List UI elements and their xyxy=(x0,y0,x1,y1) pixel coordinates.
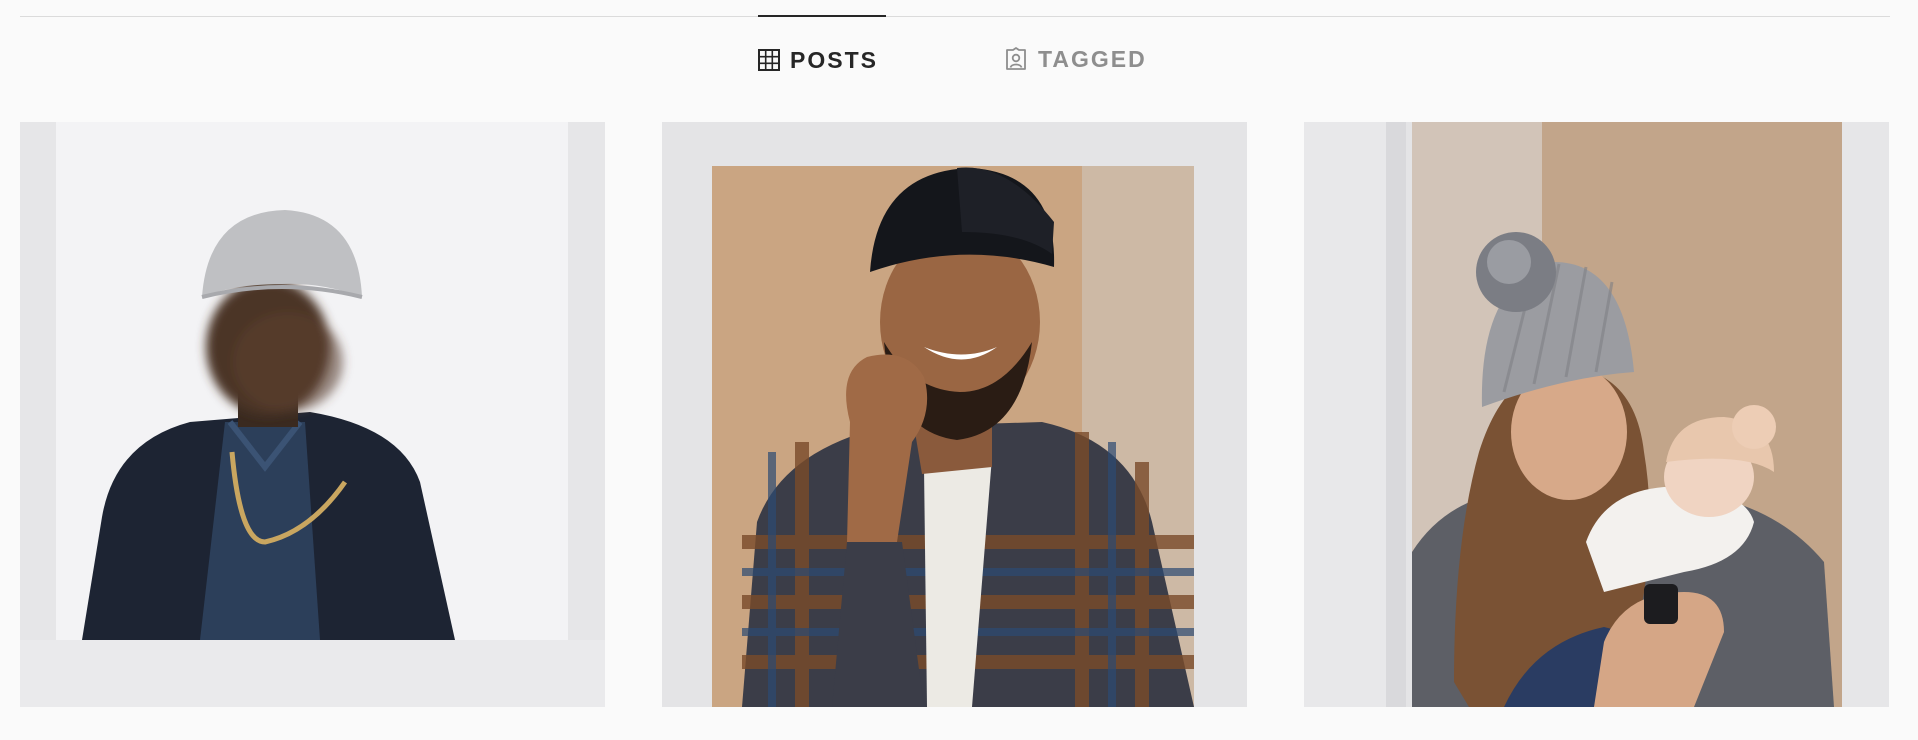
tab-tagged[interactable]: TAGGED xyxy=(1004,16,1156,102)
post-thumbnail[interactable] xyxy=(1304,122,1889,707)
polaroid-photo xyxy=(20,122,605,707)
tagged-user-icon xyxy=(1004,47,1028,71)
tab-posts[interactable]: POSTS xyxy=(758,15,886,103)
grid-icon xyxy=(758,49,780,71)
profile-tabs: POSTS TAGGED xyxy=(0,15,1918,103)
tab-tagged-label: TAGGED xyxy=(1038,45,1147,72)
polaroid-photo xyxy=(662,122,1247,707)
tab-posts-label: POSTS xyxy=(790,46,878,73)
post-thumbnail[interactable] xyxy=(662,122,1247,707)
post-thumbnail[interactable] xyxy=(20,122,605,707)
polaroid-photo xyxy=(1304,122,1889,707)
